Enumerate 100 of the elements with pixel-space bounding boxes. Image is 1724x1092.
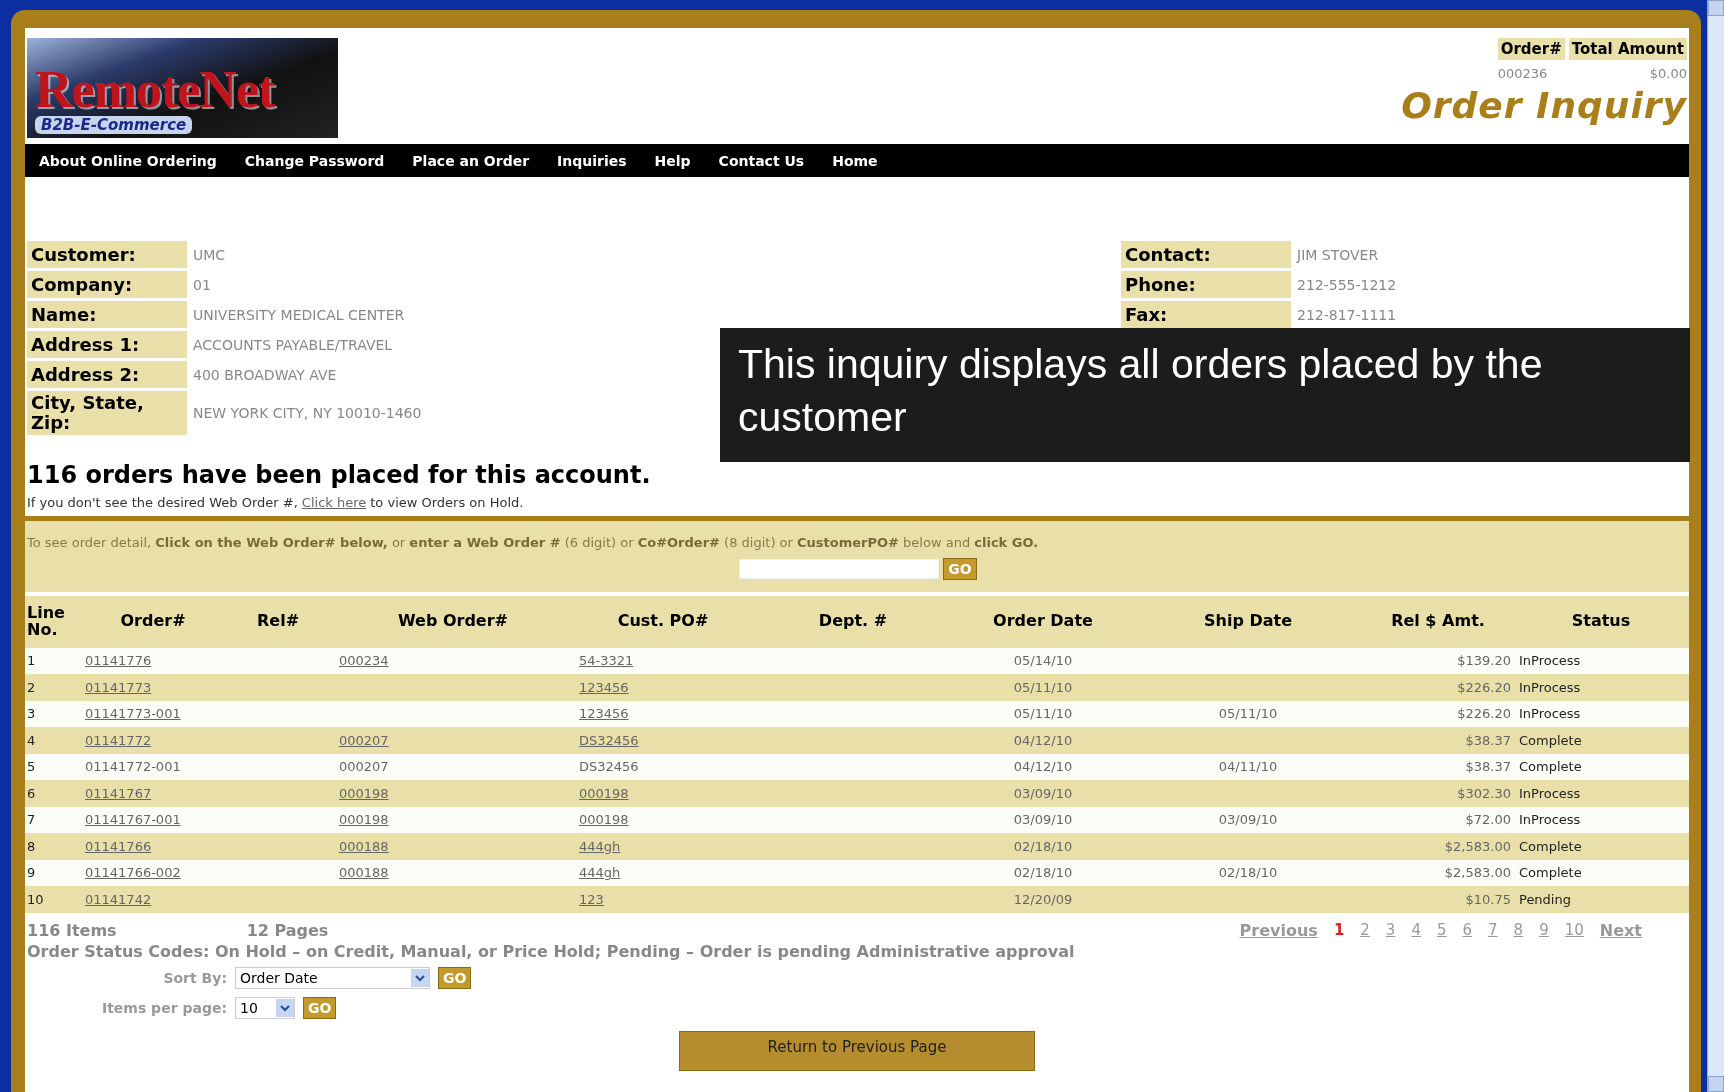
field-label: Customer: [27, 241, 187, 268]
page-link[interactable]: 4 [1411, 921, 1421, 940]
order-number-link[interactable]: 01141776 [85, 653, 152, 669]
table-cell: $2,583.00 [1444, 865, 1511, 881]
po-number-link[interactable]: 000198 [579, 785, 629, 801]
page-link[interactable]: 6 [1462, 921, 1473, 940]
page-link[interactable]: 5 [1436, 921, 1447, 940]
table-cell: 02/18/10 [1218, 865, 1278, 881]
nav-link[interactable]: Inquiries [557, 152, 627, 169]
field-value: 01 [193, 275, 212, 295]
table-cell: Complete [1519, 732, 1582, 748]
web-order-link[interactable]: 000198 [339, 785, 389, 801]
table-cell: Pending [1519, 891, 1571, 907]
table-cell: $10.75 [1465, 891, 1511, 907]
order-number-link[interactable]: 01141766-002 [85, 865, 181, 881]
page-link[interactable]: 8 [1513, 921, 1524, 940]
note-text: to view Orders on Hold. [370, 494, 524, 510]
po-number-link[interactable]: DS32456 [579, 732, 639, 748]
caption-overlay: This inquiry displays all orders placed by the customer [720, 328, 1690, 462]
table-cell: 05/11/10 [1218, 706, 1278, 722]
table-cell: 9 [27, 865, 36, 881]
nav-link[interactable]: Place an Order [412, 152, 530, 169]
go-button[interactable]: GO [943, 557, 977, 580]
table-cell: InProcess [1519, 706, 1581, 722]
field-value: ACCOUNTS PAYABLE/TRAVEL [193, 335, 394, 355]
sort-dropdown[interactable]: Order Date [235, 966, 430, 989]
page-link[interactable]: 7 [1488, 921, 1498, 940]
go-button[interactable]: GO [303, 996, 337, 1019]
scrollbar[interactable] [1707, 0, 1724, 1092]
field-label: City, State, Zip: [27, 391, 187, 435]
column-header: Order Date [993, 613, 1093, 630]
po-number-link[interactable]: 000198 [579, 812, 629, 828]
field-label: Contact: [1121, 241, 1291, 268]
po-number-link[interactable]: 123456 [579, 706, 629, 722]
table-cell: InProcess [1519, 785, 1581, 801]
field-label: Company: [27, 271, 187, 298]
order-number-link[interactable]: 01141767-001 [85, 812, 181, 828]
logo-text: RemoteNet [35, 64, 275, 116]
order-number-link[interactable]: 01141773-001 [85, 706, 181, 722]
order-number-link[interactable]: 01141766 [85, 838, 152, 854]
note-text: If you don't see the desired Web Order #, [27, 494, 298, 510]
table-cell: Complete [1519, 838, 1582, 854]
page-link[interactable]: 9 [1539, 921, 1549, 940]
column-header: Line No. [27, 604, 66, 639]
order-number-link[interactable]: 01141772 [85, 732, 152, 748]
web-order-link[interactable]: 000188 [339, 865, 389, 881]
web-order-link[interactable]: 000207 [339, 732, 389, 748]
table-cell: Complete [1519, 759, 1582, 775]
table-cell: 7 [27, 812, 36, 828]
table-cell: $226.20 [1457, 679, 1511, 695]
table-cell: 03/09/10 [1013, 812, 1073, 828]
order-number-link[interactable]: 01141742 [85, 891, 152, 907]
next-link[interactable]: Next [1599, 920, 1642, 940]
table-cell: 05/14/10 [1013, 653, 1073, 669]
page-link[interactable]: 3 [1385, 921, 1396, 940]
page-link[interactable]: 2 [1360, 921, 1370, 940]
table-cell: 02/18/10 [1013, 865, 1073, 881]
nav-link[interactable]: About Online Ordering [39, 152, 217, 169]
order-number-link[interactable]: 01141773 [85, 679, 152, 695]
page-link[interactable]: 1 [1333, 921, 1345, 940]
po-number-link[interactable]: 444gh [579, 865, 621, 881]
per-page-dropdown[interactable]: 10 [235, 996, 295, 1019]
table-cell: $38.37 [1465, 732, 1511, 748]
dropdown-caret-icon [276, 998, 294, 1017]
order-number-link[interactable]: 01141767 [85, 785, 152, 801]
return-button[interactable]: Return to Previous Page [679, 1030, 1035, 1071]
table-cell: $38.37 [1465, 759, 1511, 775]
table-cell: InProcess [1519, 653, 1581, 669]
nav-link[interactable]: Change Password [244, 152, 385, 169]
previous-link[interactable]: Previous [1239, 920, 1318, 940]
po-number-link[interactable]: 444gh [579, 838, 621, 854]
summary-value: 000236 [1497, 66, 1549, 81]
logo-tagline: B2B-E-Commerce [35, 116, 193, 134]
table-cell: InProcess [1519, 812, 1581, 828]
field-value: UNIVERSITY MEDICAL CENTER [193, 305, 406, 325]
po-number-link[interactable]: 54-3321 [579, 653, 634, 669]
nav-link[interactable]: Help [654, 152, 691, 169]
status-codes-legend: Order Status Codes: On Hold – on Credit, Manual, or Price Hold; Pending – Order is pending Administrative approval [27, 941, 1687, 961]
items-count: 116 Items [27, 920, 117, 940]
field-value: NEW YORK CITY, NY 10010-1460 [193, 403, 423, 423]
table-cell: 04/12/10 [1013, 732, 1073, 748]
po-number-link[interactable]: 123 [579, 891, 604, 907]
po-number-link[interactable]: 123456 [579, 679, 629, 695]
nav-link[interactable]: Home [832, 152, 878, 169]
go-button[interactable]: GO [438, 966, 472, 989]
click-here-link[interactable]: Click here [301, 494, 367, 510]
table-cell: $302.30 [1457, 785, 1511, 801]
nav-link[interactable]: Contact Us [718, 152, 805, 169]
table-cell: $226.20 [1457, 706, 1511, 722]
table-cell: 6 [27, 785, 36, 801]
web-order-link[interactable]: 000188 [339, 838, 389, 854]
page-link[interactable]: 10 [1564, 921, 1584, 940]
web-order-link[interactable]: 000198 [339, 812, 389, 828]
web-order-link[interactable]: 000234 [339, 653, 389, 669]
dropdown-caret-icon [411, 968, 429, 987]
table-cell: 4 [27, 732, 36, 748]
field-label: Address 2: [27, 361, 187, 388]
column-header: Rel# [256, 613, 300, 630]
order-search-field[interactable] [739, 558, 940, 579]
page-title: Order Inquiry [1401, 85, 1687, 126]
